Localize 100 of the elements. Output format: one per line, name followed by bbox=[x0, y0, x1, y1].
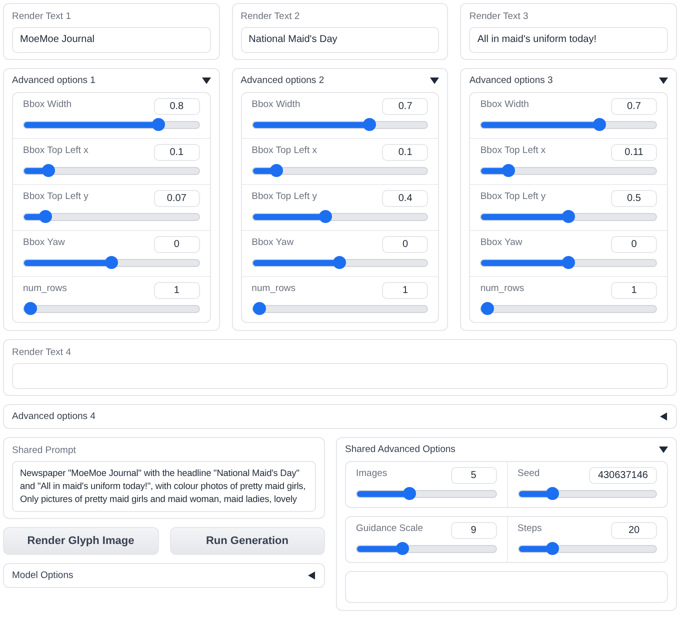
field-label: Render Text 1 bbox=[12, 11, 71, 22]
number-field[interactable]: 1 bbox=[611, 282, 657, 299]
slider-label: Bbox Top Left y bbox=[480, 191, 546, 202]
slider-label: Bbox Top Left x bbox=[23, 145, 88, 156]
slider-track[interactable] bbox=[23, 167, 200, 175]
text-input-field[interactable]: All in maid's uniform today! bbox=[469, 27, 668, 53]
slider-thumb[interactable] bbox=[592, 118, 606, 131]
caret-icon[interactable] bbox=[307, 571, 316, 580]
slider-thumb[interactable] bbox=[152, 118, 165, 131]
slider-track[interactable] bbox=[480, 259, 657, 267]
slider-track[interactable] bbox=[23, 305, 200, 313]
slider-thumb[interactable] bbox=[333, 256, 346, 269]
slider-track[interactable] bbox=[252, 213, 428, 221]
field-label: Shared Prompt bbox=[12, 445, 76, 456]
caret-icon[interactable] bbox=[202, 76, 211, 85]
slider-thumb[interactable] bbox=[396, 542, 409, 555]
slider-label: Steps bbox=[518, 523, 542, 534]
slider-thumb[interactable] bbox=[104, 256, 118, 269]
slider-track[interactable] bbox=[252, 259, 428, 267]
slider-label: Bbox Width bbox=[23, 99, 72, 110]
prompt-text-area[interactable]: Newspaper "MoeMoe Journal" with the headline "National Maid's Day" and "All in maid's uniform today!", with colour photos of pretty maid girls, Only pictures of pretty maid girls and maid woman, maid ladies, lovely bbox=[12, 461, 316, 512]
number-field[interactable]: 0 bbox=[382, 236, 428, 253]
slider-thumb[interactable] bbox=[318, 210, 332, 223]
field-label: Render Text 4 bbox=[12, 347, 71, 358]
slider-track[interactable] bbox=[252, 121, 428, 129]
number-field[interactable]: 0.1 bbox=[154, 144, 200, 161]
number-field[interactable]: 0.11 bbox=[611, 144, 657, 161]
slider-track[interactable] bbox=[480, 305, 657, 313]
slider-track[interactable] bbox=[480, 213, 657, 221]
accordion-title[interactable]: Model Options bbox=[12, 570, 74, 581]
slider-thumb[interactable] bbox=[24, 302, 37, 315]
number-field[interactable]: 0.7 bbox=[611, 98, 657, 115]
number-field[interactable]: 5 bbox=[450, 467, 496, 484]
slider-label: Images bbox=[356, 468, 388, 479]
slider-label: Bbox Top Left x bbox=[252, 145, 317, 156]
number-field[interactable]: 0.1 bbox=[382, 144, 428, 161]
slider-label: Bbox Top Left x bbox=[480, 145, 546, 156]
slider-thumb[interactable] bbox=[562, 256, 576, 269]
caret-icon[interactable] bbox=[430, 76, 440, 85]
slider-label: Bbox Top Left y bbox=[23, 191, 88, 202]
text-input-field[interactable]: National Maid's Day bbox=[240, 27, 440, 53]
slider-track[interactable] bbox=[356, 490, 496, 498]
slider-label: num_rows bbox=[23, 283, 67, 294]
slider-thumb[interactable] bbox=[481, 302, 494, 315]
number-field[interactable]: 0.4 bbox=[382, 190, 428, 207]
slider-track[interactable] bbox=[480, 121, 657, 129]
slider-label: Bbox Yaw bbox=[252, 237, 294, 248]
slider-track[interactable] bbox=[23, 213, 200, 221]
text-input-field[interactable]: MoeMoe Journal bbox=[12, 27, 211, 53]
slider-label: num_rows bbox=[252, 283, 296, 294]
number-field[interactable]: 0 bbox=[154, 236, 200, 253]
action-button[interactable]: Run Generation bbox=[170, 527, 325, 555]
slider-thumb[interactable] bbox=[362, 118, 376, 131]
slider-thumb[interactable] bbox=[42, 164, 55, 177]
number-field[interactable]: 430637146 bbox=[588, 467, 657, 484]
slider-track[interactable] bbox=[480, 167, 657, 175]
number-field[interactable]: 9 bbox=[450, 522, 496, 539]
slider-label: Bbox Yaw bbox=[23, 237, 65, 248]
slider-label: Bbox Top Left y bbox=[252, 191, 317, 202]
slider-track[interactable] bbox=[252, 167, 428, 175]
slider-thumb[interactable] bbox=[546, 542, 559, 555]
slider-label: Guidance Scale bbox=[356, 523, 424, 534]
slider-thumb[interactable] bbox=[38, 210, 52, 223]
number-field[interactable]: 0.5 bbox=[611, 190, 657, 207]
number-field[interactable]: 1 bbox=[154, 282, 200, 299]
slider-thumb[interactable] bbox=[546, 487, 559, 500]
slider-track[interactable] bbox=[252, 305, 428, 313]
slider-track[interactable] bbox=[518, 545, 657, 553]
number-field[interactable]: 1 bbox=[382, 282, 428, 299]
number-field[interactable]: 0.8 bbox=[154, 98, 200, 115]
number-field[interactable]: 0.07 bbox=[154, 190, 200, 207]
accordion-title[interactable]: Advanced options 4 bbox=[12, 411, 96, 422]
slider-track[interactable] bbox=[518, 490, 657, 498]
slider-label: Bbox Width bbox=[480, 99, 529, 110]
slider-label: Bbox Yaw bbox=[480, 237, 522, 248]
slider-track[interactable] bbox=[23, 259, 200, 267]
slider-label: Seed bbox=[518, 468, 540, 479]
slider-label: Bbox Width bbox=[252, 99, 300, 110]
number-field[interactable]: 0.7 bbox=[382, 98, 428, 115]
slider-thumb[interactable] bbox=[403, 487, 416, 500]
accordion-title[interactable]: Shared Advanced Options bbox=[345, 444, 456, 455]
field-label: Render Text 3 bbox=[469, 11, 528, 22]
caret-icon[interactable] bbox=[659, 445, 668, 454]
slider-thumb[interactable] bbox=[502, 164, 516, 177]
number-field[interactable]: 20 bbox=[611, 522, 657, 539]
slider-track[interactable] bbox=[356, 545, 496, 553]
slider-thumb[interactable] bbox=[270, 164, 284, 177]
slider-thumb[interactable] bbox=[252, 302, 266, 315]
field-label: Render Text 2 bbox=[240, 11, 300, 22]
accordion-title[interactable]: Advanced options 1 bbox=[12, 75, 96, 86]
accordion-title[interactable]: Advanced options 3 bbox=[469, 75, 553, 86]
slider-track[interactable] bbox=[23, 121, 200, 129]
number-field[interactable]: 0 bbox=[611, 236, 657, 253]
slider-label: num_rows bbox=[480, 283, 524, 294]
caret-icon[interactable] bbox=[659, 76, 668, 85]
action-button[interactable]: Render Glyph Image bbox=[3, 527, 158, 555]
text-input-field[interactable] bbox=[12, 363, 668, 389]
caret-icon[interactable] bbox=[659, 412, 668, 421]
slider-thumb[interactable] bbox=[562, 210, 576, 223]
accordion-title[interactable]: Advanced options 2 bbox=[240, 75, 324, 86]
